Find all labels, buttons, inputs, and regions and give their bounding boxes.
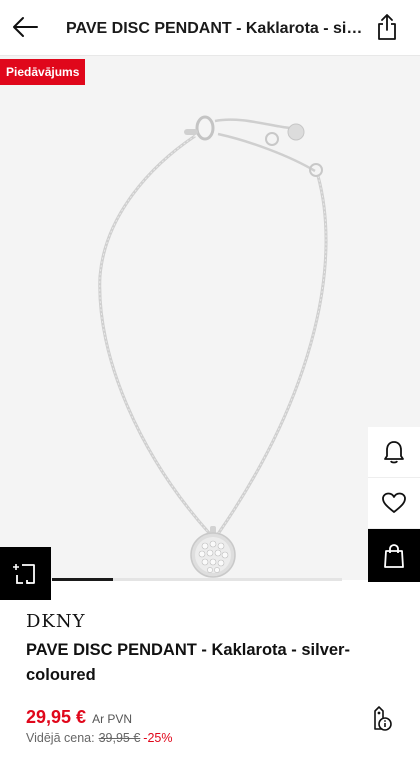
price-tag-info-icon	[374, 706, 392, 731]
product-name: PAVE DISC PENDANT - Kaklarota - silver-c…	[26, 641, 350, 684]
old-price: 39,95 €	[98, 731, 141, 745]
add-to-cart-button[interactable]	[368, 529, 420, 582]
old-price-row: Vidējā cena: 39,95 € -25%	[26, 731, 172, 745]
carousel-progress	[52, 578, 113, 581]
carousel-indicator	[52, 578, 342, 581]
page-title: PAVE DISC PENDANT - Kaklarota - silver-c…	[66, 20, 366, 37]
discount-badge: -25%	[143, 731, 173, 745]
shopping-bag-icon	[384, 543, 404, 568]
back-button[interactable]	[8, 10, 42, 44]
vat-note: Ar PVN	[92, 712, 133, 726]
heart-icon	[382, 492, 406, 513]
share-button[interactable]	[374, 12, 400, 42]
share-icon	[378, 14, 396, 40]
price-info-button[interactable]	[366, 704, 396, 734]
current-price: 29,95 €	[26, 707, 87, 727]
price-row: 29,95 € Ar PVN	[26, 707, 132, 728]
wishlist-button[interactable]	[368, 478, 420, 529]
old-price-label: Vidējā cena:	[26, 731, 95, 745]
promo-badge: Piedāvājums	[0, 59, 86, 85]
compare-icon	[12, 563, 35, 584]
brand-name[interactable]: DKNY	[26, 611, 86, 632]
top-bar: PAVE DISC PENDANT - Kaklarota - silver-c…	[0, 0, 420, 56]
side-actions	[368, 427, 420, 582]
compare-button[interactable]	[0, 547, 51, 600]
notify-button[interactable]	[368, 427, 420, 478]
product-image-gallery[interactable]: Piedāvājums	[0, 56, 420, 580]
arrow-left-icon	[13, 17, 38, 37]
bell-icon	[384, 441, 404, 464]
product-image	[98, 115, 328, 578]
